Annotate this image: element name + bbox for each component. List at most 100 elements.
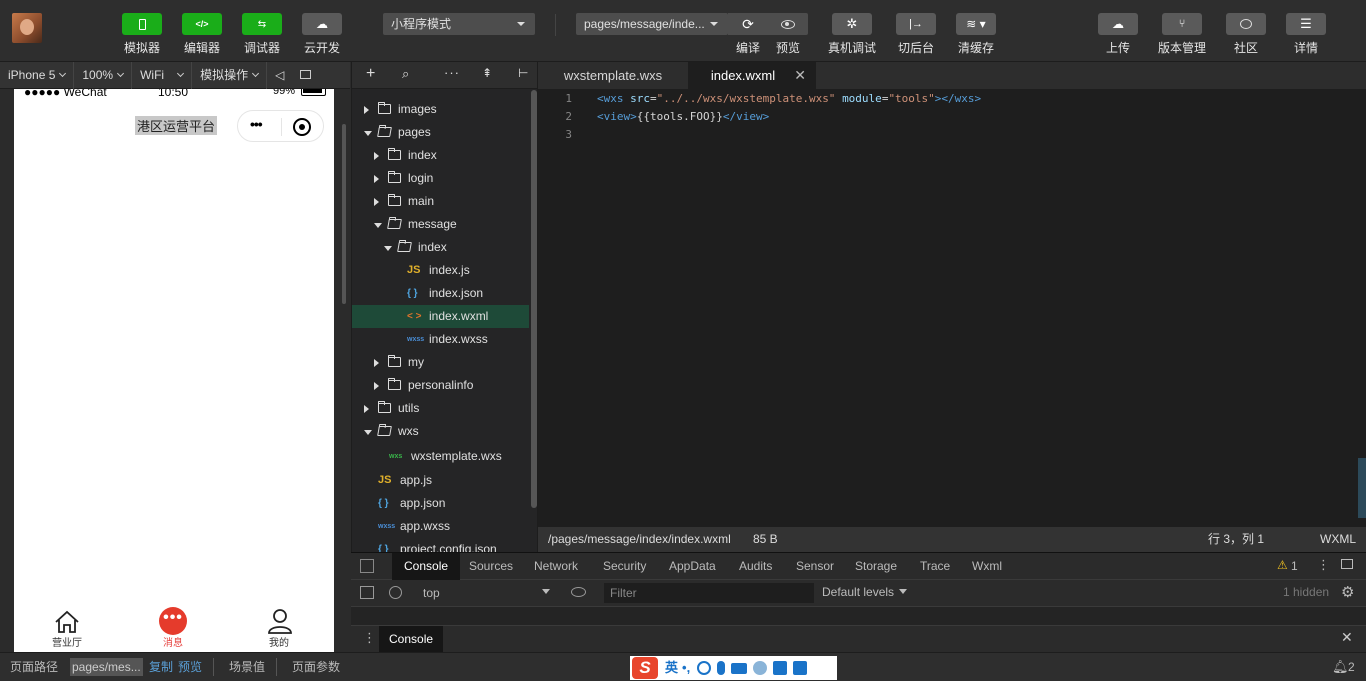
tree-file[interactable]: < > index.wxml	[352, 305, 529, 328]
tab-wxstemplate[interactable]: wxstemplate.wxs	[538, 62, 688, 89]
chevron-right-icon[interactable]	[374, 359, 379, 367]
punctuation-icon[interactable]: •,	[682, 654, 690, 681]
tree-file[interactable]: { } index.json	[352, 282, 529, 305]
tree-folder[interactable]: main	[352, 190, 529, 213]
tab-appdata[interactable]: AppData	[669, 553, 716, 580]
tree-folder[interactable]: pages	[352, 121, 529, 144]
inspect-icon[interactable]	[360, 559, 374, 573]
chevron-right-icon[interactable]	[374, 382, 379, 390]
tab-console[interactable]: Console	[392, 553, 461, 580]
tree-file[interactable]: wxss app.wxss	[352, 515, 529, 538]
tree-file[interactable]: JS index.js	[352, 259, 529, 282]
mini-program-capsule[interactable]: •••	[237, 110, 324, 142]
toolbox-icon[interactable]	[793, 661, 808, 675]
page-params-button[interactable]: 页面参数	[292, 653, 340, 681]
device-select[interactable]: iPhone 5	[0, 61, 75, 89]
collapse-panel-icon[interactable]: ⊢	[518, 66, 528, 80]
community-button[interactable]	[1226, 13, 1266, 35]
kebab-menu-icon[interactable]: ⋮	[1317, 557, 1330, 573]
ime-toolbar[interactable]: S 英 •,	[630, 656, 837, 680]
chevron-down-icon[interactable]	[364, 131, 372, 136]
tree-folder[interactable]: images	[352, 98, 529, 121]
warning-icon[interactable]: ⚠	[1277, 558, 1288, 572]
simulate-ops-select[interactable]: 模拟操作	[192, 61, 268, 89]
close-icon[interactable]: ✕	[794, 62, 806, 89]
details-button[interactable]: ☰	[1286, 13, 1326, 35]
more-icon[interactable]: •••	[250, 116, 263, 132]
sort-icon[interactable]: ⇞	[482, 66, 492, 80]
mode-select[interactable]: 小程序模式	[383, 13, 535, 35]
close-drawer-icon[interactable]: ✕	[1341, 629, 1353, 646]
scene-value-button[interactable]: 场景值	[229, 653, 265, 681]
tab-audits[interactable]: Audits	[739, 553, 772, 580]
tab-network[interactable]: Network	[534, 553, 578, 580]
chevron-down-icon[interactable]	[374, 223, 382, 228]
add-icon[interactable]: +	[366, 65, 375, 83]
cloud-dev-button[interactable]: ☁	[302, 13, 342, 35]
tab-storage[interactable]: Storage	[855, 553, 897, 580]
search-icon[interactable]: ⌕	[402, 66, 409, 82]
tree-file[interactable]: wxss index.wxss	[352, 328, 529, 351]
tree-file[interactable]: JS app.js	[352, 469, 529, 492]
gear-icon[interactable]: ⚙	[1341, 583, 1354, 601]
chevron-right-icon[interactable]	[374, 152, 379, 160]
preview-button[interactable]	[768, 13, 808, 35]
clear-console-icon[interactable]	[389, 586, 402, 599]
tree-folder[interactable]: message	[352, 213, 529, 236]
tree-folder[interactable]: index	[352, 236, 529, 259]
ime-language[interactable]: 英	[665, 654, 678, 681]
page-path-value[interactable]: pages/mes...	[70, 658, 143, 676]
simulator-scrollbar[interactable]	[342, 124, 346, 304]
code-area[interactable]: 1 <wxs src="../../wxs/wxstemplate.wxs" mo…	[538, 90, 1366, 526]
compile-page-select[interactable]: pages/message/inde...	[576, 13, 728, 35]
chevron-right-icon[interactable]	[374, 198, 379, 206]
chevron-down-icon[interactable]	[364, 430, 372, 435]
tree-file[interactable]: wxs wxstemplate.wxs	[352, 445, 529, 468]
editor-scroll-indicator[interactable]	[1358, 458, 1366, 518]
emoji-icon[interactable]	[697, 661, 712, 675]
drawer-menu-icon[interactable]: ⋮	[363, 630, 376, 646]
upload-button[interactable]: ☁	[1098, 13, 1138, 35]
drawer-tab-console[interactable]: Console	[379, 626, 444, 653]
log-levels-select[interactable]: Default levels	[822, 585, 894, 599]
close-mini-program-icon[interactable]	[293, 118, 311, 136]
preview-path-link[interactable]: 预览	[178, 653, 202, 681]
context-select[interactable]: top	[423, 586, 440, 600]
eye-icon[interactable]	[571, 587, 586, 597]
editor-toggle-button[interactable]: </>	[182, 13, 222, 35]
tab-hall[interactable]: 营业厅	[14, 602, 120, 652]
detach-button[interactable]	[292, 62, 319, 89]
tree-folder[interactable]: utils	[352, 397, 529, 420]
skin-icon[interactable]	[773, 661, 788, 675]
zoom-select[interactable]: 100%	[74, 61, 133, 89]
real-debug-button[interactable]: ✲	[832, 13, 872, 35]
simulator-toggle-button[interactable]	[122, 13, 162, 35]
tree-folder[interactable]: index	[352, 144, 529, 167]
dock-icon[interactable]	[1341, 559, 1353, 569]
sidebar-toggle-icon[interactable]	[360, 586, 374, 599]
version-button[interactable]: ⑂	[1162, 13, 1202, 35]
chevron-right-icon[interactable]	[364, 405, 369, 413]
tab-trace[interactable]: Trace	[920, 553, 950, 580]
tree-folder[interactable]: wxs	[352, 420, 529, 443]
tab-security[interactable]: Security	[603, 553, 646, 580]
keyboard-icon[interactable]	[731, 662, 748, 674]
user-avatar[interactable]	[12, 13, 42, 43]
person-icon[interactable]	[753, 661, 768, 675]
tab-message[interactable]: ••• 消息	[120, 602, 226, 652]
tab-mine[interactable]: 我的	[226, 602, 332, 652]
more-icon[interactable]: ···	[444, 65, 460, 80]
background-button[interactable]: |→	[896, 13, 936, 35]
chevron-right-icon[interactable]	[374, 175, 379, 183]
tab-index-wxml[interactable]: index.wxml ✕	[688, 62, 816, 89]
console-filter-input[interactable]: Filter	[604, 583, 814, 603]
volume-button[interactable]: ◁	[267, 62, 292, 89]
network-select[interactable]: WiFi	[132, 61, 193, 89]
tab-wxml[interactable]: Wxml	[972, 553, 1002, 580]
microphone-icon[interactable]	[717, 661, 726, 675]
compile-button[interactable]: ⟳	[728, 13, 768, 35]
tree-folder[interactable]: my	[352, 351, 529, 374]
tab-sensor[interactable]: Sensor	[796, 553, 834, 580]
chevron-right-icon[interactable]	[364, 106, 369, 114]
tree-folder[interactable]: login	[352, 167, 529, 190]
